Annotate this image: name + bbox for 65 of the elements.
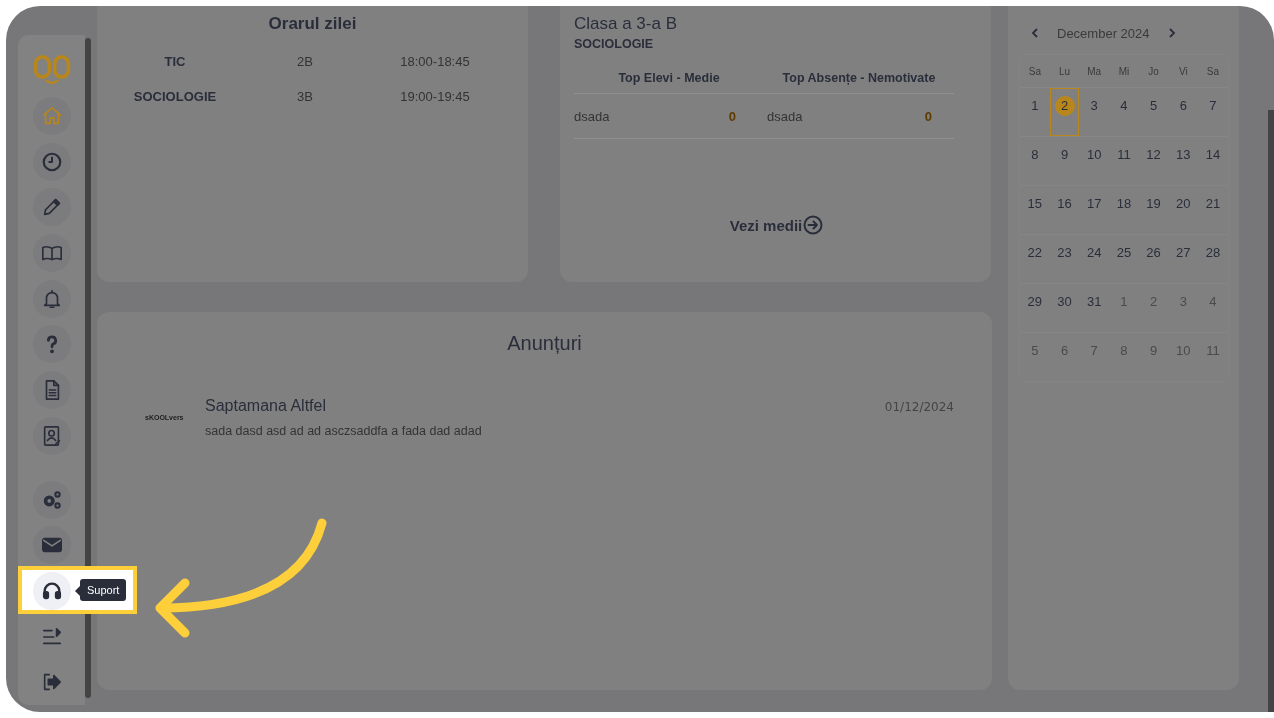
month-label: December 2024	[1057, 25, 1150, 41]
clock-icon	[40, 150, 63, 173]
day-cell[interactable]: 16	[1049, 186, 1080, 234]
announcement-text: sada dasd asd ad ad asczsaddfa a fada dad adad	[205, 424, 483, 438]
weekday-label: Lu	[1057, 65, 1072, 77]
weekday-label: Sa	[1027, 65, 1042, 77]
day-cell[interactable]: 23	[1049, 235, 1080, 283]
weekday-label: Vi	[1177, 65, 1189, 77]
day-cell[interactable]: 15	[1020, 186, 1050, 234]
day-cell[interactable]: 29	[1020, 284, 1050, 332]
time-range: 18:00-18:45	[399, 54, 471, 69]
weekday-label: Jo	[1147, 65, 1160, 77]
card-title: Clasa a 3-a B	[574, 14, 678, 34]
day-cell[interactable]: 21	[1198, 186, 1228, 234]
view-averages-link[interactable]: Vezi medii	[729, 215, 824, 235]
card-title: Orarul zilei	[267, 14, 358, 34]
class-name: 3B	[296, 89, 314, 104]
logo-icon	[32, 55, 71, 87]
day-cell[interactable]: 30	[1049, 284, 1080, 332]
day-cell[interactable]: 10	[1079, 137, 1110, 185]
day-cell[interactable]: 25	[1109, 235, 1139, 283]
day-cell[interactable]: 5	[1138, 88, 1169, 136]
day-cell[interactable]: 24	[1079, 235, 1110, 283]
student-name: dsada	[574, 108, 610, 124]
value: 0	[728, 108, 736, 124]
day-cell[interactable]: 28	[1198, 235, 1228, 283]
day-cell[interactable]: 14	[1198, 137, 1228, 185]
column-header: Top Elevi - Medie	[617, 71, 721, 85]
announcement-title: Saptamana Altfel	[205, 397, 326, 415]
day-cell[interactable]: 4	[1109, 88, 1139, 136]
day-cell[interactable]: 12	[1138, 137, 1169, 185]
day-cell[interactable]: 3	[1079, 88, 1110, 136]
day-cell[interactable]: 18	[1109, 186, 1139, 234]
subject: SOCIOLOGIE	[574, 37, 655, 51]
subject: TIC	[163, 54, 187, 69]
weekday-label: Sa	[1205, 65, 1221, 77]
day-cell[interactable]: 19	[1138, 186, 1169, 234]
day-cell[interactable]: 22	[1020, 235, 1050, 283]
time-range: 19:00-19:45	[399, 89, 471, 104]
day-cell[interactable]: 6	[1168, 88, 1199, 136]
arrow-circle-icon	[803, 215, 824, 235]
class-name: 2B	[296, 54, 314, 69]
subject: SOCIOLOGIE	[132, 89, 218, 104]
day-cell[interactable]: 9	[1049, 137, 1080, 185]
day-cell[interactable]: 11	[1109, 137, 1139, 185]
weekday-label: Ma	[1086, 65, 1103, 77]
student-name: dsada	[767, 108, 803, 124]
day-cell[interactable]: 20	[1168, 186, 1199, 234]
day-cell[interactable]: 7	[1198, 88, 1228, 136]
column-header: Top Absențe - Nemotivate	[781, 71, 937, 85]
selected-day[interactable]: 2	[1049, 88, 1080, 136]
day-cell[interactable]: 26	[1138, 235, 1169, 283]
day-cell[interactable]: 13	[1168, 137, 1199, 185]
day-cell[interactable]: 17	[1079, 186, 1110, 234]
tooltip: Suport	[80, 579, 127, 602]
day-cell[interactable]: 8	[1020, 137, 1050, 185]
card-title: Anunțuri	[506, 332, 583, 355]
home-icon	[40, 104, 63, 127]
day-cell[interactable]: 1	[1020, 88, 1050, 136]
announcement-date: 01/12/2024	[884, 400, 954, 414]
scrollbar[interactable]	[1268, 110, 1274, 712]
weekday-label: Mi	[1117, 65, 1131, 77]
day-cell[interactable]: 27	[1168, 235, 1199, 283]
value: 0	[924, 108, 932, 124]
day-cell[interactable]: 31	[1079, 284, 1110, 332]
